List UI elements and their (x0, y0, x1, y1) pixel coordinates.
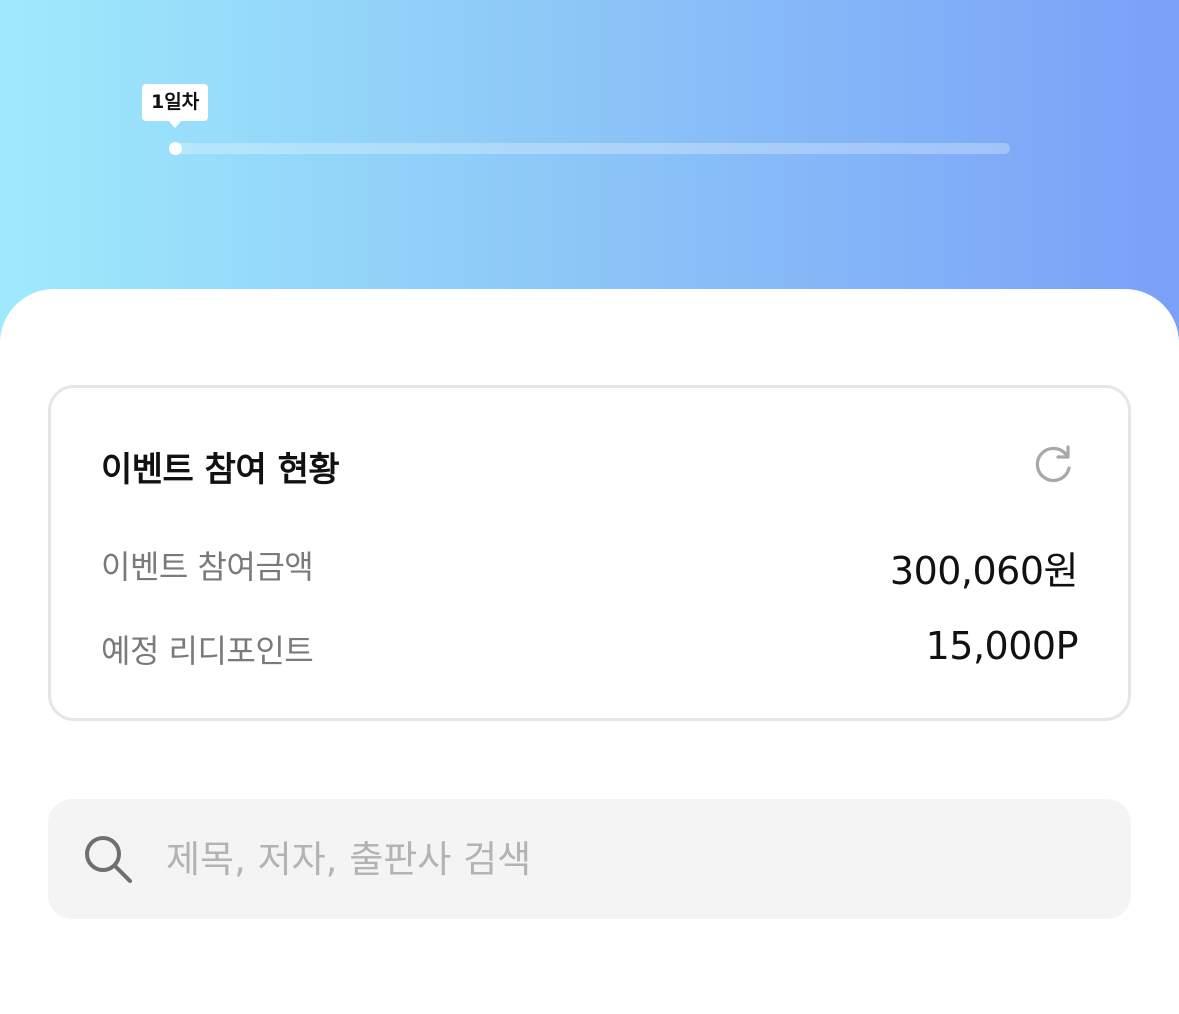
refresh-button[interactable] (1029, 440, 1077, 488)
event-status-card: 이벤트 참여 현황 이벤트 참여금액 300,060원 예정 리디포인트 15,… (48, 385, 1131, 721)
day-tooltip: 1일차 (142, 84, 209, 128)
search-icon (85, 836, 132, 883)
expected-points-value: 15,000P (925, 624, 1079, 668)
refresh-icon (1035, 445, 1071, 482)
event-page: 1일차 이벤트 참여 현황 이벤트 참여금액 300,060원 예정 리디포인트… (0, 0, 1179, 1014)
search-input[interactable] (166, 829, 1086, 889)
expected-points-label: 예정 리디포인트 (101, 632, 314, 670)
day-tooltip-label: 1일차 (151, 91, 200, 113)
participation-amount-label: 이벤트 참여금액 (101, 548, 314, 586)
participation-amount-value: 300,060원 (889, 549, 1079, 593)
progress-track (170, 143, 1010, 154)
card-title: 이벤트 참여 현황 (101, 450, 340, 490)
progress-marker-dot (169, 142, 183, 155)
search-bar[interactable] (48, 799, 1131, 919)
